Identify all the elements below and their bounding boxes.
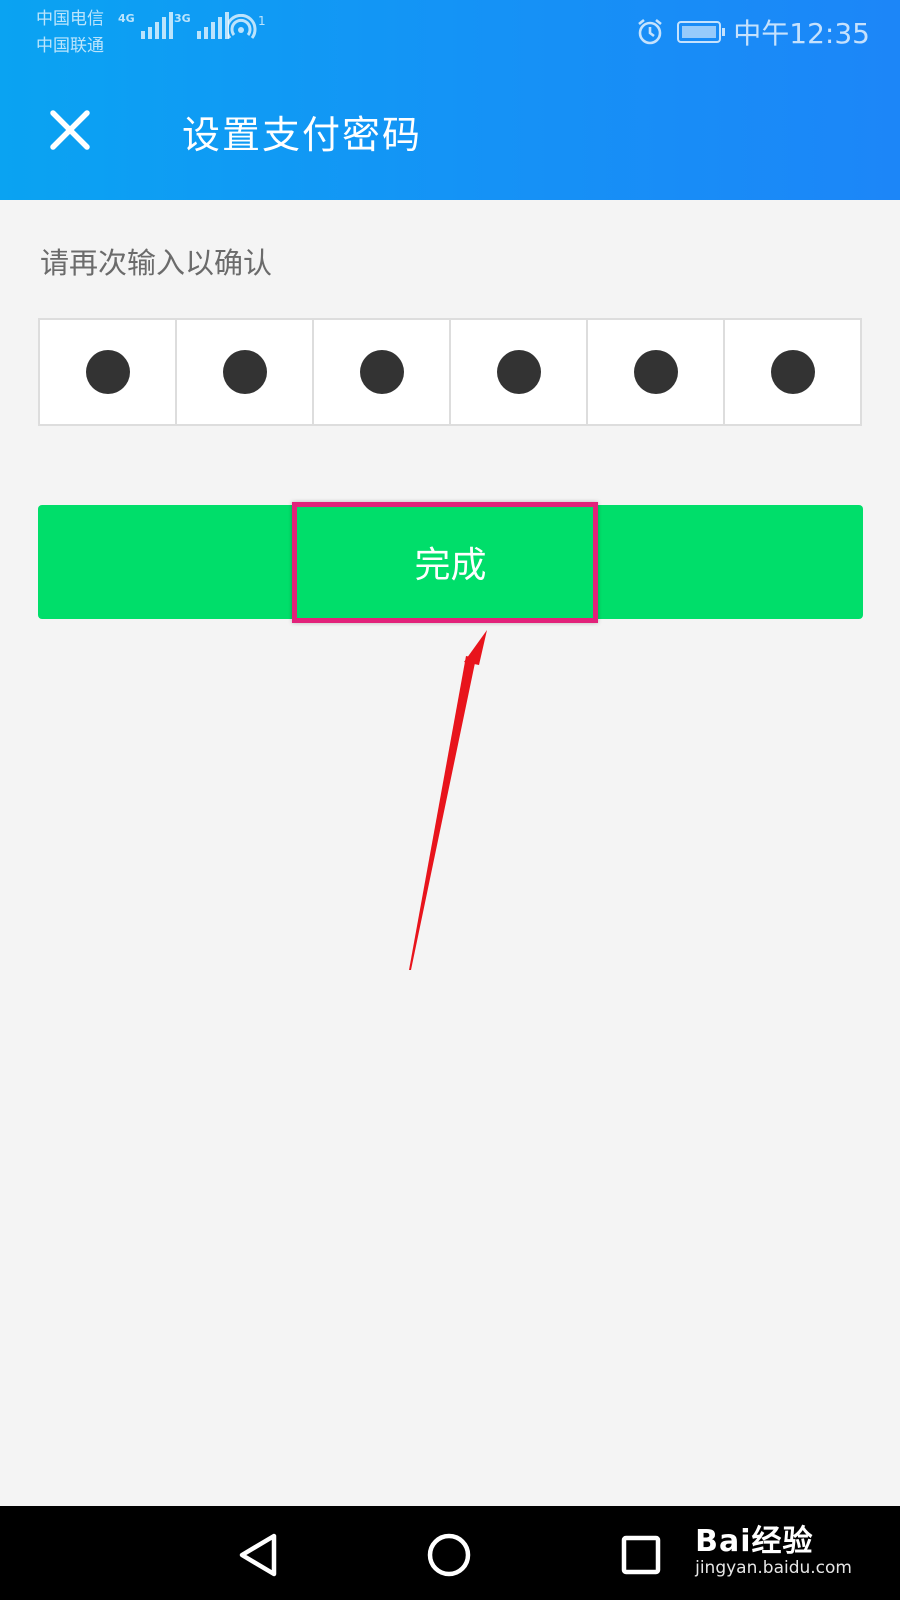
recent-square-icon	[621, 1535, 661, 1575]
carrier-labels: 中国电信 中国联通	[36, 6, 104, 60]
battery-icon	[677, 21, 726, 43]
status-right: 中午12:35	[635, 12, 870, 52]
signal-4g-icon: 4G	[118, 12, 173, 39]
watermark-url: jingyan.baidu.com	[695, 1558, 852, 1578]
carrier-telecom: 中国电信	[36, 9, 104, 29]
pin-cell	[314, 320, 451, 424]
pin-cell	[177, 320, 314, 424]
done-button[interactable]: 完成	[38, 505, 863, 619]
back-triangle-icon	[239, 1533, 277, 1577]
system-nav-bar: Bai经验 jingyan.baidu.com	[0, 1506, 900, 1600]
nav-home-button[interactable]	[419, 1528, 479, 1582]
alarm-icon	[638, 18, 663, 45]
header-bar: 中国电信 中国联通 4G 3G 1 中午12:35 设置支付密码	[0, 0, 900, 200]
close-button[interactable]	[40, 100, 100, 160]
hotspot-icon: 1	[225, 13, 266, 42]
close-icon	[50, 110, 90, 150]
pin-dot-icon	[222, 350, 267, 394]
home-circle-icon	[427, 1533, 471, 1577]
baidu-jingyan-watermark: Bai经验 jingyan.baidu.com	[695, 1516, 852, 1578]
pin-cell	[40, 320, 177, 424]
pin-dot-icon	[496, 350, 541, 394]
pin-cell	[725, 320, 860, 424]
pin-cell	[588, 320, 725, 424]
hotspot-count: 1	[258, 14, 266, 28]
pin-input[interactable]	[38, 318, 862, 426]
watermark-brand: Bai经验	[695, 1524, 814, 1559]
confirm-prompt: 请再次输入以确认	[40, 246, 273, 280]
clock-time: 中午12:35	[733, 17, 870, 50]
status-bar: 中国电信 中国联通 4G 3G 1 中午12:35	[0, 0, 900, 64]
signal-3g-icon: 3G	[174, 12, 229, 39]
page-title: 设置支付密码	[182, 113, 423, 157]
pin-dot-icon	[770, 350, 815, 394]
pin-dot-icon	[359, 350, 404, 394]
carrier-unicom: 中国联通	[36, 36, 104, 56]
pin-dot-icon	[85, 350, 130, 394]
pin-cell	[451, 320, 588, 424]
pin-dot-icon	[633, 350, 678, 394]
nav-recent-button[interactable]	[610, 1528, 670, 1582]
nav-back-button[interactable]	[230, 1528, 290, 1582]
